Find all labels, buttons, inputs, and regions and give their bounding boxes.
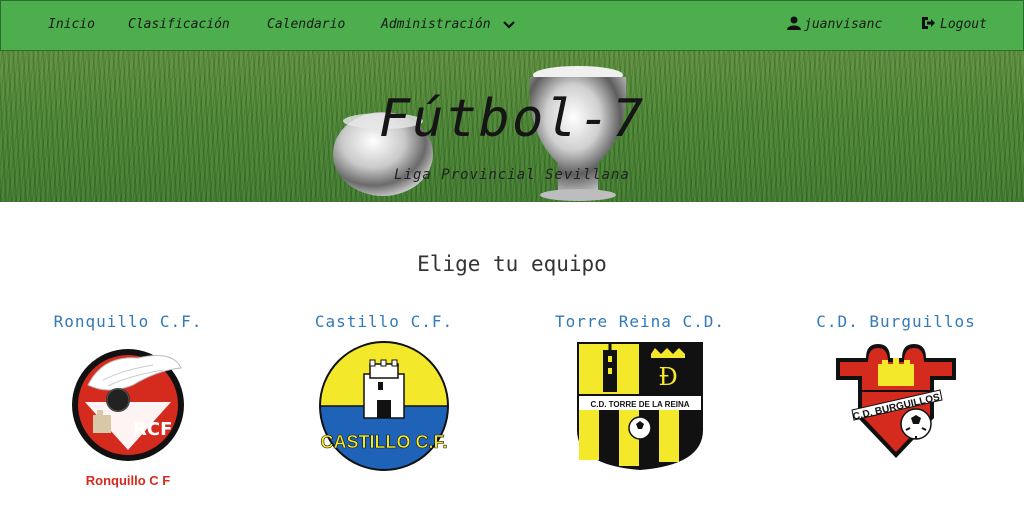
team-card-ronquillo[interactable]: Ronquillo C.F. RCF Ronquillo C F	[8, 312, 248, 502]
user-icon	[787, 16, 801, 30]
svg-text:Đ: Đ	[658, 363, 677, 391]
nav-administracion-label: Administración	[381, 17, 491, 32]
hero-title: Fútbol-7	[378, 89, 646, 149]
torre-reina-logo-text: C.D. TORRE DE LA REINA	[590, 400, 689, 409]
navbar: Inicio Clasificación Calendario Administ…	[0, 0, 1024, 51]
team-card-torre-reina[interactable]: Torre Reina C.D. Đ C.D. TORRE DE LA REIN…	[520, 312, 760, 502]
ronquillo-logo-text: RCF	[133, 419, 172, 440]
nav-administracion[interactable]: Administración	[381, 17, 516, 32]
nav-inicio[interactable]: Inicio	[48, 17, 95, 32]
hero-banner: Fútbol-7 Liga Provincial Sevillana	[0, 51, 1024, 202]
torre-reina-crest-logo[interactable]: Đ C.D. TORRE DE LA REINA	[575, 340, 705, 472]
burguillos-crest-logo[interactable]: C.D. BURGUILLOS	[830, 340, 962, 462]
user-name: juanvisanc	[804, 17, 883, 32]
nav-user[interactable]: juanvisanc	[787, 16, 883, 32]
hero-subtitle: Liga Provincial Sevillana	[394, 167, 630, 183]
chevron-down-icon	[503, 20, 516, 29]
section-title: Elige tu equipo	[417, 252, 607, 276]
nav-calendario[interactable]: Calendario	[267, 17, 345, 32]
nav-clasificacion[interactable]: Clasificación	[128, 17, 230, 32]
team-name[interactable]: C.D. Burguillos	[776, 312, 1016, 331]
castillo-logo-text: CASTILLO C.F.	[321, 432, 448, 452]
team-name[interactable]: Ronquillo C.F.	[8, 312, 248, 331]
castillo-crest-logo[interactable]: CASTILLO C.F.	[318, 340, 450, 472]
nav-logout[interactable]: Logout	[921, 17, 987, 32]
team-card-burguillos[interactable]: C.D. Burguillos C.D. BURGUILLOS	[776, 312, 1016, 502]
logout-label: Logout	[940, 17, 987, 32]
ronquillo-crest-logo[interactable]: RCF Ronquillo C F	[63, 340, 193, 490]
team-card-castillo[interactable]: Castillo C.F. CASTILLO C.F.	[264, 312, 504, 502]
logout-icon	[922, 17, 935, 29]
team-name[interactable]: Torre Reina C.D.	[520, 312, 760, 331]
ronquillo-logo-caption: Ronquillo C F	[86, 473, 171, 488]
team-name[interactable]: Castillo C.F.	[264, 312, 504, 331]
